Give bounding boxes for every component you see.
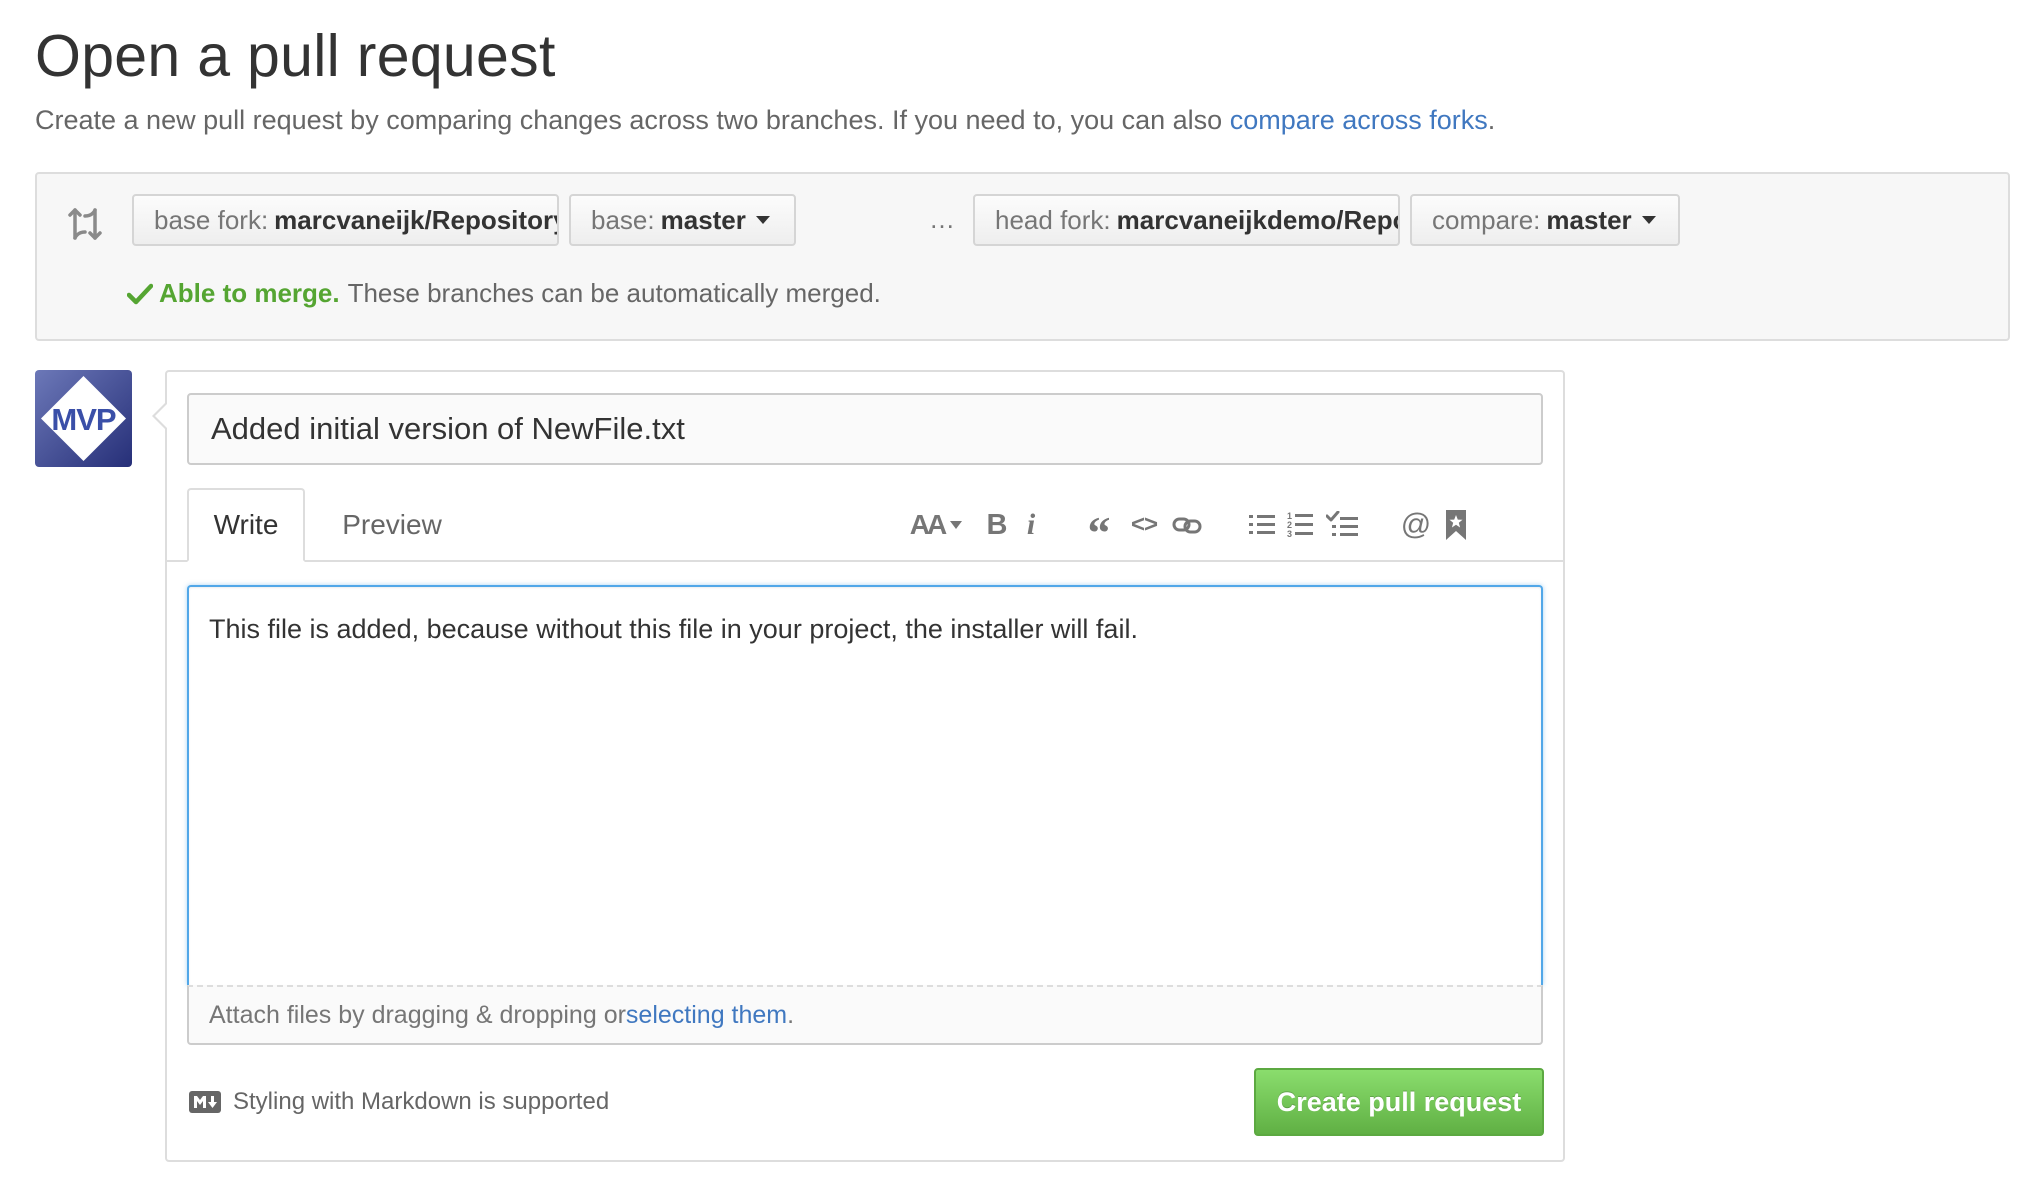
avatar[interactable]: MVP	[35, 370, 132, 467]
svg-text:MVP: MVP	[51, 402, 116, 437]
unordered-list-svg	[1249, 515, 1275, 534]
page-title: Open a pull request	[35, 23, 556, 89]
base-branch-select[interactable]: base: master	[569, 194, 796, 246]
code-icon-glyph: <>	[1130, 511, 1158, 538]
chevron-down-icon	[950, 521, 963, 529]
head-fork-label: head fork:	[995, 204, 1111, 235]
saved-reply-icon[interactable]	[1444, 507, 1468, 543]
compare-range-box: base fork: marcvaneijk/RepositoryIn… bas…	[35, 172, 2010, 341]
task-list-icon[interactable]	[1326, 507, 1358, 543]
base-branch-value: master	[660, 204, 746, 235]
compare-branch-select[interactable]: compare: master	[1410, 194, 1680, 246]
markdown-note-text: Styling with Markdown is supported	[233, 1088, 610, 1115]
chevron-down-icon	[1641, 216, 1656, 224]
compare-branch-value: master	[1546, 204, 1632, 235]
quote-icon[interactable]: “	[1084, 507, 1114, 558]
bookmark-svg	[1446, 510, 1466, 540]
base-fork-select[interactable]: base fork: marcvaneijk/RepositoryIn…	[132, 194, 559, 246]
head-fork-value: marcvaneijkdemo/Reposit…	[1116, 204, 1398, 235]
compare-arrows-icon	[68, 208, 102, 240]
markdown-icon	[189, 1091, 221, 1113]
pr-title-input[interactable]	[187, 393, 1543, 465]
svg-text:3: 3	[1287, 529, 1292, 539]
mention-icon[interactable]: @	[1401, 507, 1431, 543]
speech-arrow-inner	[155, 404, 167, 428]
base-fork-label: base fork:	[154, 204, 269, 235]
pull-request-form: Write Preview AA B i “ <> 123 @ This fil…	[152, 370, 1565, 1162]
range-separator: …	[929, 204, 955, 234]
description-end: .	[1487, 105, 1496, 135]
attach-end: .	[787, 1000, 795, 1029]
compare-across-forks-link[interactable]: compare across forks	[1230, 105, 1488, 135]
chevron-down-icon	[755, 216, 770, 224]
ordered-list-svg: 123	[1287, 511, 1313, 539]
pr-body-textarea[interactable]: This file is added, because without this…	[187, 585, 1543, 985]
tab-preview[interactable]: Preview	[317, 488, 467, 562]
tab-write[interactable]: Write	[187, 488, 305, 562]
attach-text: Attach files by dragging & dropping or	[209, 1000, 626, 1029]
italic-icon-glyph: i	[1026, 508, 1036, 541]
markdown-note: Styling with Markdown is supported	[189, 1088, 609, 1116]
ordered-list-icon[interactable]: 123	[1286, 507, 1314, 543]
link-icon-svg	[1172, 517, 1202, 534]
compare-branch-label: compare:	[1432, 204, 1541, 235]
unordered-list-icon[interactable]	[1248, 507, 1276, 543]
task-list-svg	[1326, 511, 1358, 536]
merge-ok-label: Able to merge.	[159, 278, 340, 308]
description-text: Create a new pull request by comparing c…	[35, 105, 1230, 135]
head-fork-select[interactable]: head fork: marcvaneijkdemo/Reposit…	[973, 194, 1400, 246]
heading-icon-glyph: AA	[909, 509, 947, 540]
check-icon	[127, 283, 153, 304]
code-icon[interactable]: <>	[1128, 507, 1160, 543]
heading-icon[interactable]: AA	[907, 507, 965, 543]
select-files-link[interactable]: selecting them	[626, 1001, 787, 1030]
mention-icon-glyph: @	[1400, 508, 1432, 541]
merge-status: Able to merge. These branches can be aut…	[127, 278, 881, 309]
quote-icon-glyph: “	[1087, 506, 1111, 558]
italic-icon[interactable]: i	[1021, 507, 1041, 543]
mvp-logo: MVP	[35, 370, 132, 467]
merge-detail: These branches can be automatically merg…	[347, 278, 881, 308]
base-fork-value: marcvaneijk/RepositoryIn…	[274, 204, 557, 235]
file-attach-bar[interactable]: Attach files by dragging & dropping or s…	[187, 985, 1543, 1045]
link-icon[interactable]	[1170, 507, 1204, 543]
page-description: Create a new pull request by comparing c…	[35, 105, 1495, 136]
create-pull-request-button[interactable]: Create pull request	[1254, 1068, 1544, 1136]
bold-icon-glyph: B	[986, 508, 1008, 541]
base-branch-label: base:	[591, 204, 655, 235]
bold-icon[interactable]: B	[985, 507, 1009, 543]
